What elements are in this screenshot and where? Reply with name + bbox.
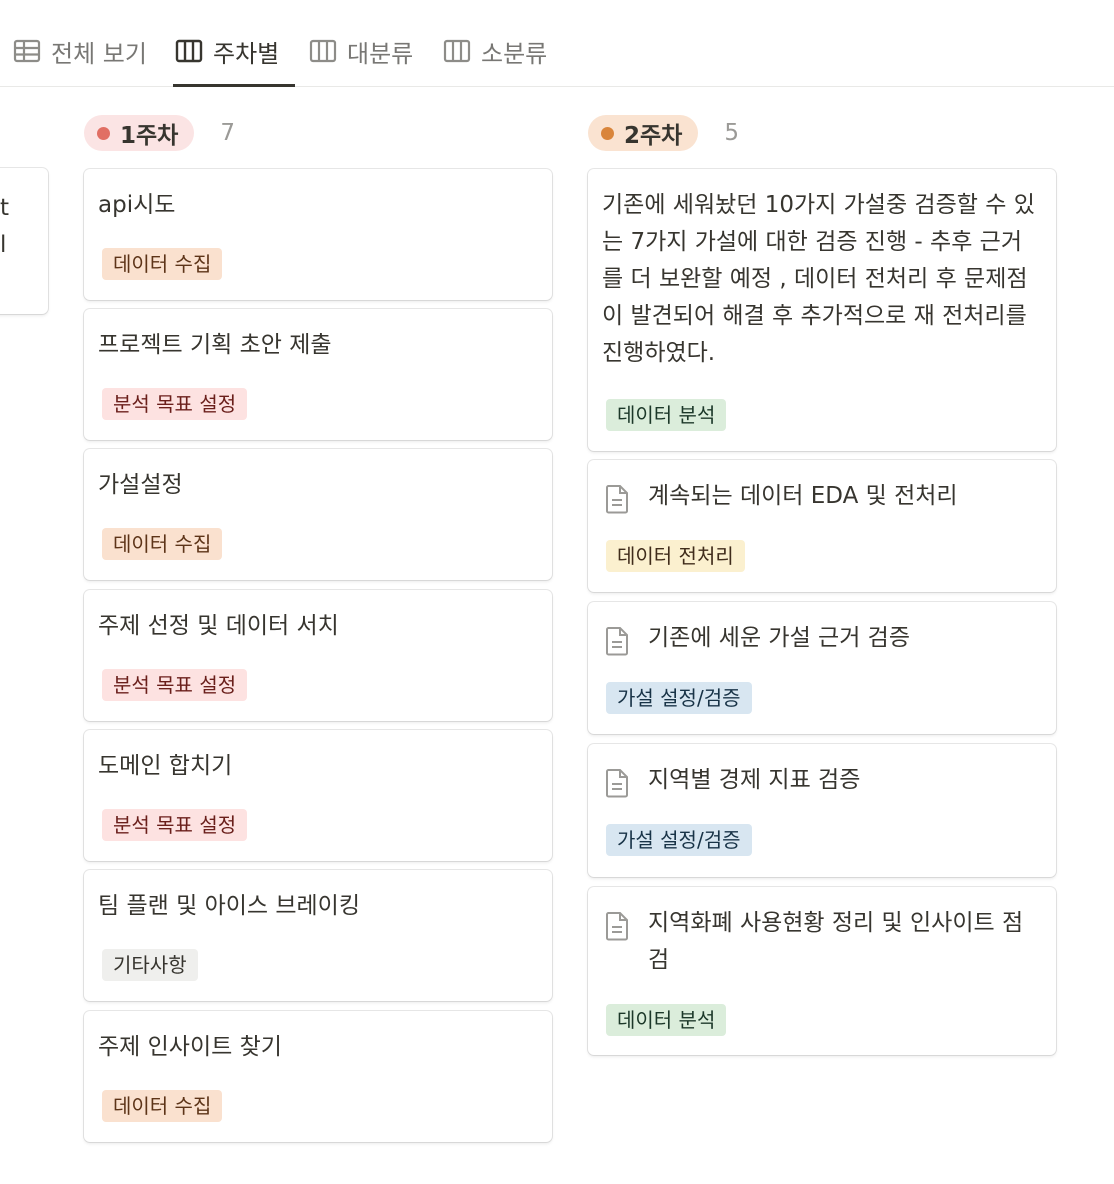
group-label: 2주차 [624,123,683,149]
document-icon [606,769,628,798]
board-card[interactable]: 기존에 세운 가설 근거 검증 가설 설정/검증 [588,602,1056,734]
category-tag: 분석 목표 설정 [102,669,248,701]
card-title: 가설설정 [98,472,183,498]
group-label-pill[interactable]: 1주차 [84,115,195,151]
document-icon [606,485,628,514]
category-tag: 데이터 수집 [102,528,223,560]
column-header-week2: 2주차 5 [588,114,739,152]
tab-all-view[interactable]: 전체 보기 [12,28,147,74]
partial-card-text: l [0,232,7,258]
document-icon [606,627,628,656]
column-header-week1: 1주차 7 [84,114,235,152]
board-card[interactable]: 주제 인사이트 찾기 데이터 수집 [84,1011,552,1142]
category-tag: 분석 목표 설정 [102,809,248,841]
status-dot [97,126,110,140]
tab-weekly[interactable]: 주차별 [174,28,279,74]
board-card[interactable]: 지역화폐 사용현황 정리 및 인사이트 점검 데이터 분석 [588,887,1056,1055]
board-icon [174,36,204,66]
board-card[interactable]: 프로젝트 기획 초안 제출 분석 목표 설정 [84,309,552,440]
board-card[interactable]: 팀 플랜 및 아이스 브레이킹 기타사항 [84,870,552,1001]
card-title: 계속되는 데이터 EDA 및 전처리 [648,483,958,509]
table-icon [12,36,42,66]
category-tag: 기타사항 [102,949,198,981]
category-tag: 가설 설정/검증 [606,824,752,856]
partial-card-text: t [0,195,10,221]
card-title: 기존에 세운 가설 근거 검증 [648,625,911,651]
document-icon [606,912,628,941]
card-title: 지역별 경제 지표 검증 [648,767,861,793]
tab-label: 주차별 [213,39,280,68]
group-label: 1주차 [120,123,179,149]
group-label-pill[interactable]: 2주차 [588,115,699,151]
card-title: 기존에 세워놨던 10가지 가설중 검증할 수 있는 7가지 가설에 대한 검증… [602,192,1035,366]
card-title: 주제 선정 및 데이터 서치 [98,613,339,639]
board-card[interactable]: 지역별 경제 지표 검증 가설 설정/검증 [588,744,1056,877]
category-tag: 데이터 수집 [102,248,223,280]
card-title: 팀 플랜 및 아이스 브레이킹 [98,893,361,919]
tab-label: 소분류 [481,39,548,68]
board-card[interactable]: 가설설정 데이터 수집 [84,449,552,580]
board-icon [442,36,472,66]
board-card[interactable]: 계속되는 데이터 EDA 및 전처리 데이터 전처리 [588,460,1056,592]
tab-label: 대분류 [347,39,414,68]
status-dot [601,126,614,140]
group-count: 5 [724,120,739,146]
board-icon [308,36,338,66]
tab-label: 전체 보기 [51,39,147,68]
board-card[interactable]: 도메인 합치기 분석 목표 설정 [84,730,552,861]
card-title: 도메인 합치기 [98,753,233,779]
partial-card[interactable]: t l [0,168,48,314]
card-title: 프로젝트 기획 초안 제출 [98,332,332,358]
category-tag: 데이터 수집 [102,1090,223,1122]
tab-main-category[interactable]: 대분류 [308,28,413,74]
category-tag: 가설 설정/검증 [606,682,752,714]
category-tag: 데이터 전처리 [606,540,745,572]
group-count: 7 [220,120,235,146]
tab-sub-category[interactable]: 소분류 [442,28,547,74]
board-card[interactable]: 기존에 세워놨던 10가지 가설중 검증할 수 있는 7가지 가설에 대한 검증… [588,169,1056,451]
active-tab-underline [173,84,295,87]
category-tag: 데이터 분석 [606,399,727,431]
board-card[interactable]: api시도 데이터 수집 [84,169,552,300]
board-card[interactable]: 주제 선정 및 데이터 서치 분석 목표 설정 [84,590,552,721]
view-tabs-bar: 전체 보기 주차별 대분류 소분류 [0,0,1114,87]
card-title: api시도 [98,192,176,218]
category-tag: 분석 목표 설정 [102,388,248,420]
category-tag: 데이터 분석 [606,1004,727,1036]
card-title: 지역화폐 사용현황 정리 및 인사이트 점검 [648,910,1024,973]
card-title: 주제 인사이트 찾기 [98,1034,282,1060]
